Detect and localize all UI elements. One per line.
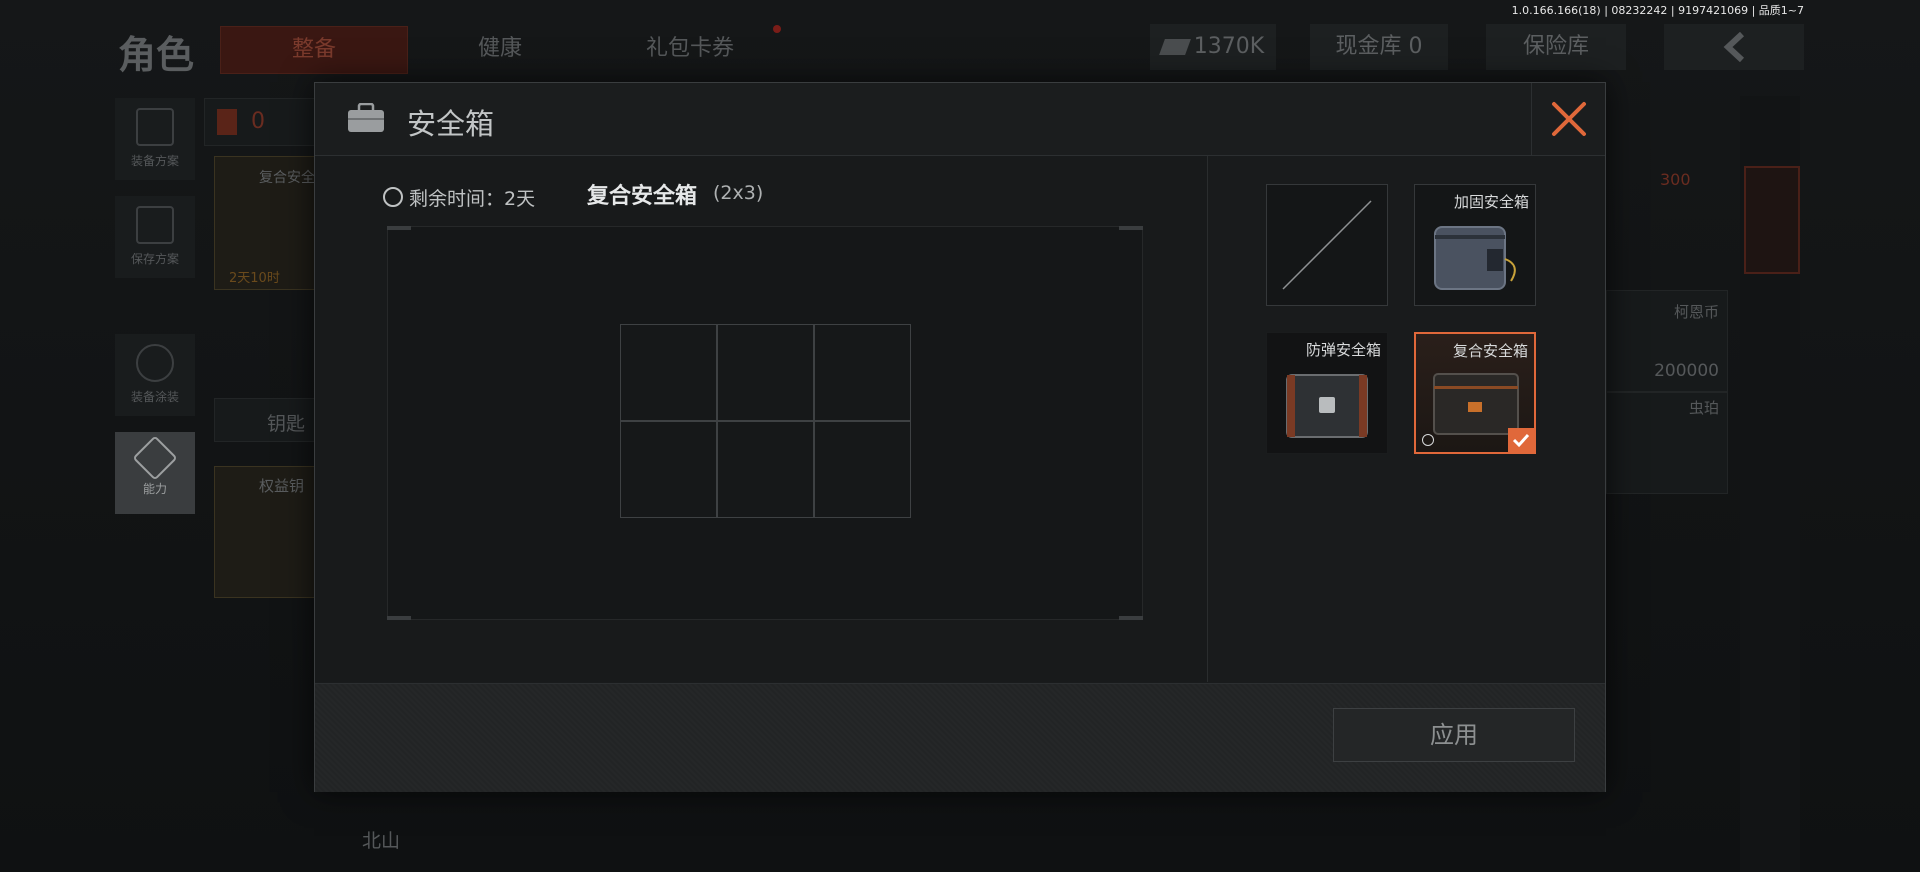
container-preview-pane: 剩余时间：2天 复合安全箱 (2x3) [315,156,1208,682]
tab-health[interactable]: 健康 [430,26,570,72]
frame-corner [1119,616,1143,620]
remaining-time: 剩余时间：2天 [409,184,535,211]
option-composite-box[interactable]: 复合安全箱 [1414,332,1536,454]
rifle-icon[interactable] [1744,440,1796,540]
secure-box-time: 2天10时 [229,271,280,286]
grid-cell[interactable] [717,324,814,421]
remaining-time-label: 剩余时间： [409,188,505,210]
option-label: 防弹安全箱 [1305,341,1381,359]
apply-button[interactable]: 应用 [1333,708,1575,762]
box-options-pane: 加固安全箱 防弹安全箱 复合安全箱 [1208,156,1605,682]
download-icon [136,206,174,244]
timer-small-icon [1422,434,1434,446]
coin-name: 柯恩币 [1673,303,1719,321]
option-label: 复合安全箱 [1452,342,1528,360]
grid-cells [620,324,911,518]
modal-header: 安全箱 [315,83,1605,156]
notification-dot [773,25,781,33]
selected-box-size: (2x3) [713,182,764,204]
modal-footer: 应用 [315,683,1605,792]
magazine-icon[interactable] [1744,580,1796,680]
frame-corner [387,616,411,620]
coin-amount: 200000 [1654,361,1719,381]
grid-cell[interactable] [814,421,911,518]
option-reinforced-box[interactable]: 加固安全箱 [1414,184,1536,306]
key-item-slot[interactable]: 权益钥 [214,466,316,598]
briefcase-icon [348,103,384,132]
bulletproof-box-icon [1286,374,1368,438]
reinforced-box-icon [1434,226,1516,290]
frame-corner [387,226,411,230]
modal-title: 安全箱 [407,107,495,141]
container-grid-area [387,226,1143,620]
equip-count: 0 [251,109,265,134]
grid-cell[interactable] [620,421,717,518]
menu-label: 装备方案 [130,154,179,168]
currency-amount: 1370K [1193,34,1265,59]
menu-label: 装备涂装 [130,390,179,404]
version-text: 1.0.166.166(18) | 08232242 | 9197421069 … [1511,4,1804,17]
tab-equipment[interactable]: 整备 [220,26,408,74]
menu-save-plan[interactable]: 保存方案 [115,196,195,278]
bullet-icon[interactable] [1744,710,1796,810]
vest-icon [217,109,237,135]
secure-box-label: 复合安全 [259,170,315,186]
helmet-icon [136,344,174,382]
page-title: 角色 [118,33,195,77]
value-300: 300 [1660,170,1691,189]
menu-ability[interactable]: 能力 [115,432,195,514]
selected-check-icon [1508,428,1534,452]
grid-cell[interactable] [620,324,717,421]
grid-cell[interactable] [814,324,911,421]
option-empty[interactable] [1266,184,1388,306]
cash-vault-button[interactable]: 现金库 0 [1310,24,1448,70]
key-item-label: 权益钥 [259,477,305,495]
back-arrow-icon [1723,31,1745,63]
currency-display: 1370K [1150,24,1276,70]
secure-box-modal: 安全箱 剩余时间：2天 复合安全箱 (2x3) 加固安全箱 防弹安全箱 复合安全… [314,82,1606,792]
frame-corner [1119,226,1143,230]
option-bulletproof-box[interactable]: 防弹安全箱 [1266,332,1388,454]
close-button[interactable] [1531,83,1606,155]
gloves-icon[interactable] [1744,300,1796,400]
secure-box-slot[interactable]: 复合安全 2天10时 [214,156,316,290]
close-icon [1552,102,1586,136]
menu-label: 保存方案 [130,252,179,266]
back-button[interactable] [1664,24,1804,70]
amber-slot[interactable]: 虫珀 [1606,392,1728,494]
tab-gift-cards[interactable]: 礼包卡券 [600,26,780,72]
amber-name: 虫珀 [1688,399,1719,417]
lightning-icon [132,435,178,481]
insurance-vault-button[interactable]: 保险库 [1486,24,1626,70]
menu-equip-plan[interactable]: 装备方案 [115,98,195,180]
coin-slot[interactable]: 柯恩币 200000 [1606,290,1728,392]
remaining-time-value: 2天 [504,188,536,210]
location-text: 北山 [362,830,401,852]
cash-icon [1158,39,1191,55]
vest-icon [136,108,174,146]
menu-label: 能力 [142,482,167,496]
clock-icon [383,187,403,207]
stack-icon[interactable] [1744,96,1796,156]
key-label: 钥匙 [267,413,306,435]
option-label: 加固安全箱 [1453,193,1529,211]
grid-cell[interactable] [717,421,814,518]
loadout-icon[interactable] [1744,166,1800,274]
menu-skin[interactable]: 装备涂装 [115,334,195,416]
key-tab[interactable]: 钥匙 [214,398,316,442]
equip-count-panel: 0 [204,98,326,146]
selected-box-name: 复合安全箱 [587,184,698,209]
empty-slot-icon [1282,200,1372,290]
